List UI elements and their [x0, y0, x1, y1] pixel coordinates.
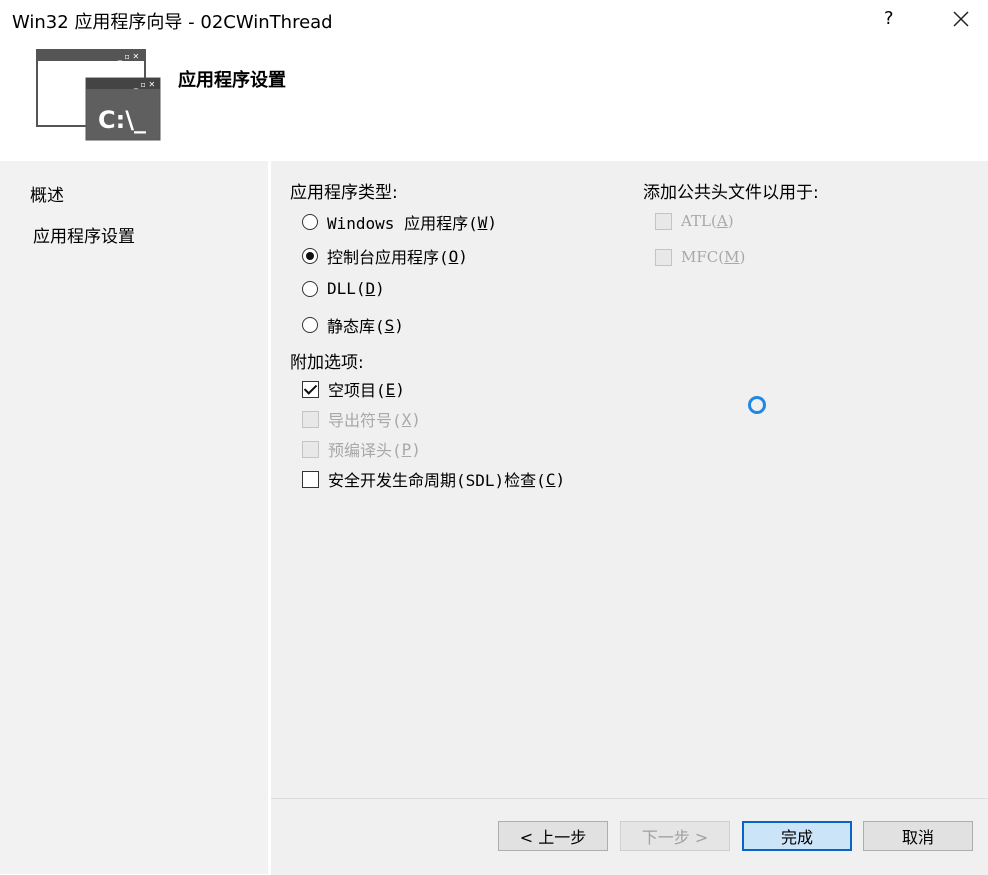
checkbox[interactable]: [302, 470, 319, 488]
radio-button[interactable]: [302, 214, 318, 230]
checkbox-empty-project[interactable]: 空项目(E): [302, 377, 405, 401]
checkbox: [655, 248, 672, 266]
radio-static-lib[interactable]: 静态库(S): [302, 313, 404, 337]
nav-item-app-settings[interactable]: 应用程序设置: [33, 222, 135, 247]
radio-button[interactable]: [302, 317, 318, 333]
radio-dll[interactable]: DLL(D): [302, 279, 385, 298]
checkbox-checked[interactable]: [302, 380, 319, 398]
finish-button[interactable]: 完成: [742, 821, 852, 851]
checkbox-atl: ATL(A): [655, 212, 734, 230]
wizard-nav: 概述 应用程序设置: [0, 161, 268, 874]
radio-button[interactable]: [302, 280, 318, 297]
common-headers-label: 添加公共头文件以用于:: [643, 183, 819, 203]
svg-text:_ ▫ ✕: _ ▫ ✕: [117, 52, 139, 61]
console-app-icon: _ ▫ ✕ _ ▫ ✕ C:\_: [36, 49, 161, 141]
checkbox: [655, 212, 672, 230]
checkbox-mfc: MFC(M): [655, 248, 745, 266]
svg-text:_ ▫ ✕: _ ▫ ✕: [133, 80, 155, 89]
title-bar: Win32 应用程序向导 - 02CWinThread ?: [0, 0, 988, 40]
checkbox: [302, 440, 319, 458]
radio-button-selected[interactable]: [302, 248, 318, 264]
cancel-button[interactable]: 取消: [863, 821, 973, 851]
checkbox-sdl-checks[interactable]: 安全开发生命周期(SDL)检查(C): [302, 467, 565, 491]
page-title: 应用程序设置: [178, 70, 286, 91]
next-button: 下一步 >: [620, 821, 730, 851]
radio-console-app[interactable]: 控制台应用程序(O): [302, 244, 468, 268]
close-icon[interactable]: [948, 6, 974, 32]
checkbox: [302, 410, 319, 428]
logo-text: C:\_: [98, 106, 146, 134]
app-type-label: 应用程序类型:: [290, 183, 398, 203]
extra-options-label: 附加选项:: [290, 353, 364, 373]
checkbox-export-symbols: 导出符号(X): [302, 407, 421, 431]
help-button[interactable]: ?: [884, 8, 894, 29]
checkbox-precompiled-header: 预编译头(P): [302, 437, 421, 461]
prev-button[interactable]: < 上一步: [498, 821, 608, 851]
radio-windows-app[interactable]: Windows 应用程序(W): [302, 210, 497, 234]
window-title: Win32 应用程序向导 - 02CWinThread: [12, 12, 333, 33]
wizard-header: _ ▫ ✕ _ ▫ ✕ C:\_ 应用程序设置: [0, 40, 988, 160]
nav-item-overview[interactable]: 概述: [30, 181, 64, 206]
loading-spinner-icon: [748, 396, 766, 414]
